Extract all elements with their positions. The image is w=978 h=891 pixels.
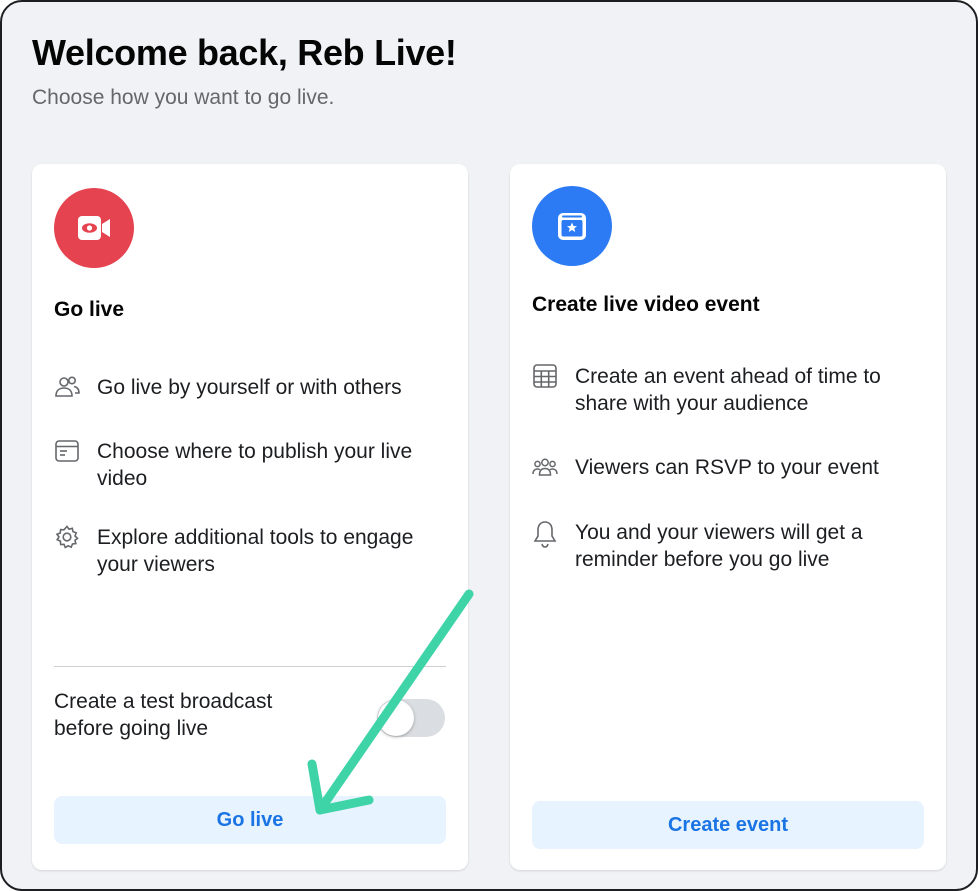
test-broadcast-toggle[interactable] [377, 699, 445, 737]
calendar-star-icon [532, 186, 612, 266]
feature-text: Choose where to publish your live video [97, 440, 413, 490]
feature-item: Viewers can RSVP to your event [532, 454, 926, 481]
feature-item: Go live by yourself or with others [54, 374, 448, 401]
feature-text: Go live by yourself or with others [97, 376, 402, 399]
feature-item: Explore additional tools to engage your … [54, 524, 448, 578]
divider [54, 666, 446, 667]
go-live-card: Go live Go live by yourself or with othe… [32, 164, 468, 870]
feature-text: Explore additional tools to engage your … [97, 526, 414, 576]
feature-item: Create an event ahead of time to share w… [532, 363, 926, 417]
group-icon [532, 454, 558, 480]
page-subtitle: Choose how you want to go live. [32, 86, 335, 109]
go-live-button[interactable]: Go live [54, 796, 446, 844]
live-event-card: Create live video event Create an event … [510, 164, 946, 870]
feature-text: You and your viewers will get a reminder… [575, 521, 863, 571]
toggle-knob [378, 700, 414, 736]
app-frame: Welcome back, Reb Live! Choose how you w… [0, 0, 978, 891]
feature-item: You and your viewers will get a reminder… [532, 519, 926, 573]
gear-icon [54, 524, 80, 550]
page-title: Welcome back, Reb Live! [32, 32, 457, 73]
live-event-card-title: Create live video event [532, 293, 760, 316]
feature-text: Viewers can RSVP to your event [575, 456, 879, 479]
people-icon [54, 374, 80, 400]
video-camera-icon [54, 188, 134, 268]
bell-icon [532, 519, 558, 548]
create-event-button[interactable]: Create event [532, 801, 924, 849]
go-live-card-title: Go live [54, 298, 125, 321]
feature-text: Create an event ahead of time to share w… [575, 365, 881, 415]
browser-window-icon [54, 438, 80, 464]
calendar-grid-icon [532, 363, 558, 389]
test-broadcast-label: Create a test broadcast before going liv… [54, 690, 273, 740]
feature-item: Choose where to publish your live video [54, 438, 448, 492]
